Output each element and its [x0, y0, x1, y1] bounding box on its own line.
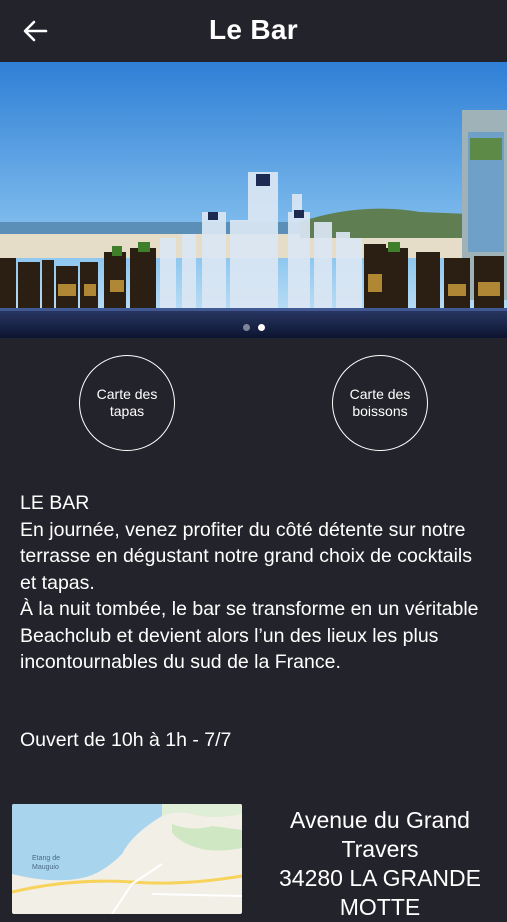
- opening-hours: Ouvert de 10h à 1h - 7/7: [20, 729, 232, 751]
- bar-description: LE BAR En journée, venez profiter du côt…: [20, 490, 490, 676]
- bar-photo: [0, 62, 507, 338]
- bar-photo-carousel[interactable]: [0, 62, 507, 338]
- drinks-menu-label: Carte des boissons: [349, 386, 411, 419]
- drinks-menu-button[interactable]: Carte des boissons: [332, 355, 428, 451]
- top-bar: Le Bar: [0, 0, 507, 62]
- address: Avenue du Grand Travers 34280 LA GRANDE …: [262, 806, 498, 922]
- address-line: Avenue du Grand: [290, 807, 470, 833]
- description-paragraph: En journée, venez profiter du côté déten…: [20, 518, 473, 594]
- description-heading: LE BAR: [20, 492, 90, 514]
- map-label: Etang de: [32, 855, 60, 862]
- tapas-menu-button[interactable]: Carte des tapas: [79, 355, 175, 451]
- address-line: MOTTE: [339, 894, 421, 920]
- address-line: Travers: [341, 836, 419, 862]
- description-paragraph: À la nuit tombée, le bar se transforme e…: [20, 598, 479, 673]
- tapas-menu-label: Carte des tapas: [96, 386, 158, 419]
- page-title: Le Bar: [209, 14, 298, 45]
- address-line: 34280 LA GRANDE: [278, 865, 481, 891]
- carousel-page-indicator[interactable]: [0, 318, 507, 331]
- map-image: Etang de Mauguio: [12, 804, 242, 914]
- location-map[interactable]: Etang de Mauguio: [12, 804, 242, 914]
- map-label: Mauguio: [32, 864, 59, 871]
- page-dot-active[interactable]: [257, 324, 265, 331]
- page-dot[interactable]: [242, 324, 250, 331]
